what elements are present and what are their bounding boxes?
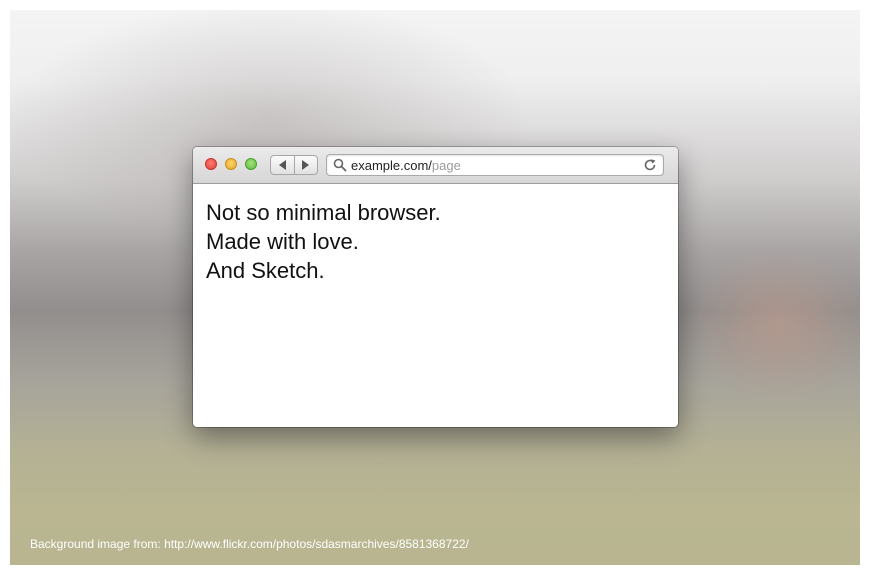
browser-window: example.com/page Not so minimal browser.… (193, 147, 678, 427)
content-line-3: And Sketch. (206, 258, 325, 283)
url-domain: example.com/ (351, 158, 432, 173)
back-arrow-icon (278, 160, 286, 170)
page-content: Not so minimal browser. Made with love. … (193, 184, 678, 299)
search-icon (333, 158, 347, 172)
content-line-2: Made with love. (206, 229, 359, 254)
background-image: example.com/page Not so minimal browser.… (10, 10, 860, 565)
minimize-window-button[interactable] (225, 158, 237, 170)
address-bar[interactable]: example.com/page (326, 154, 664, 176)
content-line-1: Not so minimal browser. (206, 200, 441, 225)
back-button[interactable] (271, 156, 294, 174)
browser-toolbar: example.com/page (193, 147, 678, 184)
forward-arrow-icon (302, 160, 310, 170)
close-window-button[interactable] (205, 158, 217, 170)
maximize-window-button[interactable] (245, 158, 257, 170)
background-credit: Background image from: http://www.flickr… (30, 537, 469, 551)
url-text: example.com/page (351, 158, 461, 173)
navigation-buttons (270, 155, 318, 175)
reload-icon[interactable] (643, 158, 657, 172)
url-path: page (431, 158, 461, 173)
forward-button[interactable] (293, 156, 318, 174)
